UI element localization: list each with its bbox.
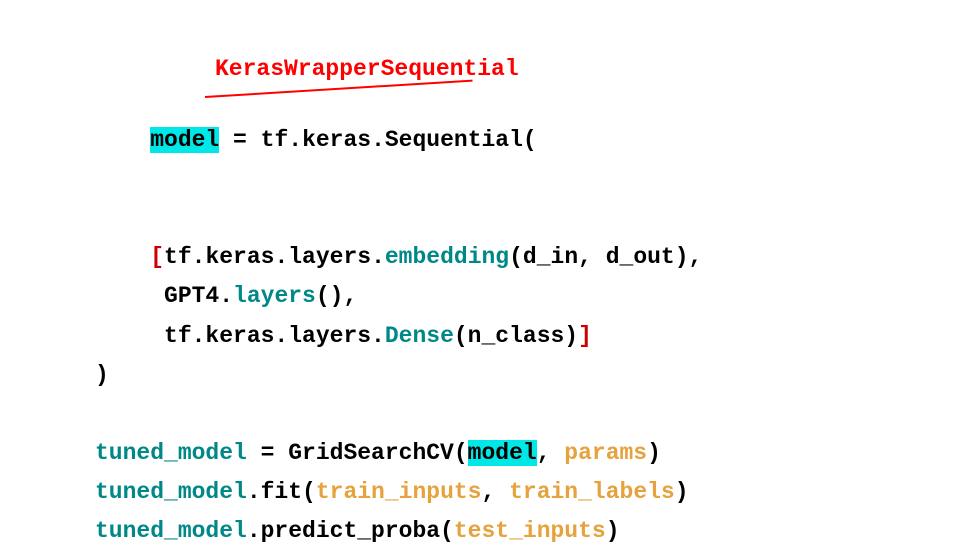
code-line-3: GPT4.layers(), [95,277,702,316]
code-line-8: tuned_model.fit(train_inputs, train_labe… [95,473,702,512]
train-inputs-arg: train_inputs [316,479,482,505]
model-var-def: model [150,127,219,153]
code-line-7: tuned_model = GridSearchCV(model, params… [95,434,702,473]
code-line-2: [tf.keras.layers.embedding(d_in, d_out), [95,238,702,277]
code-block: KerasWrapperSequential model = tf.keras.… [95,82,702,551]
embedding-fn: embedding [385,244,509,270]
model-var-ref: model [468,440,537,466]
test-inputs-arg: test_inputs [454,518,606,544]
params-arg: params [564,440,647,466]
blank-line [95,395,702,434]
code-line-5: ) [95,356,702,395]
bracket-close: ] [578,323,592,349]
code-line-4: tf.keras.layers.Dense(n_class)] [95,317,702,356]
train-labels-arg: train_labels [509,479,675,505]
tuned-var: tuned_model [95,440,247,466]
struck-text: tf.keras.Sequential [261,127,523,153]
dense-fn: Dense [385,323,454,349]
layers-fn: layers [233,283,316,309]
code-line-1: model = tf.keras.Sequential( [95,82,702,238]
strike-line [205,80,473,98]
bracket-open: [ [150,244,164,270]
code-line-9: tuned_model.predict_proba(test_inputs) [95,512,702,551]
